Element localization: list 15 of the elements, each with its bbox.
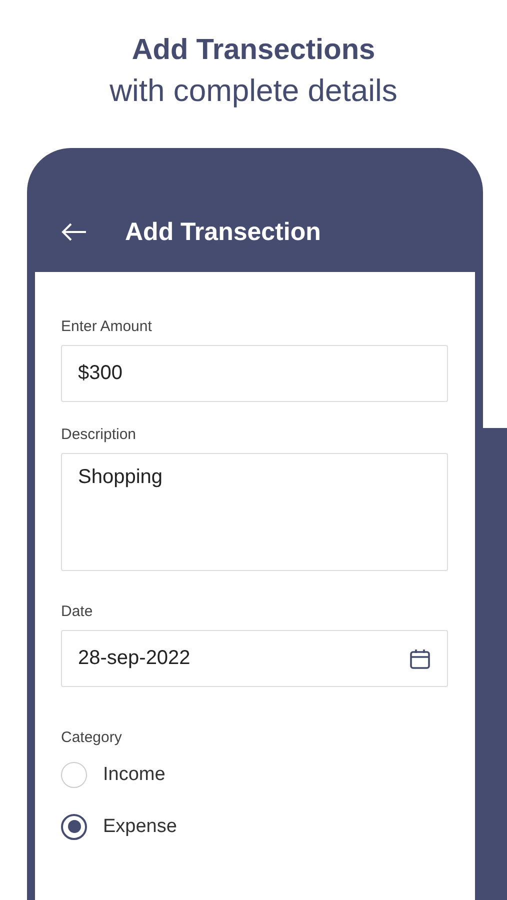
headline-subtitle: with complete details — [110, 72, 398, 110]
description-field[interactable]: Shopping — [61, 453, 448, 571]
calendar-icon[interactable] — [409, 648, 431, 670]
category-option[interactable]: Expense — [61, 813, 448, 840]
headline-title: Add Transections — [132, 33, 376, 68]
amount-field[interactable]: $300 — [61, 345, 448, 402]
category-label: Category — [61, 729, 123, 747]
field-label: Description — [61, 426, 138, 444]
field-label: Enter Amount — [61, 318, 153, 336]
radio-button[interactable] — [61, 814, 87, 840]
date-field[interactable]: 28-sep-2022 — [61, 630, 448, 687]
back-button[interactable] — [61, 222, 87, 242]
field-label: Date — [61, 603, 94, 621]
screen-title: Add Transection — [125, 218, 321, 246]
category-option[interactable]: Income — [61, 761, 448, 788]
